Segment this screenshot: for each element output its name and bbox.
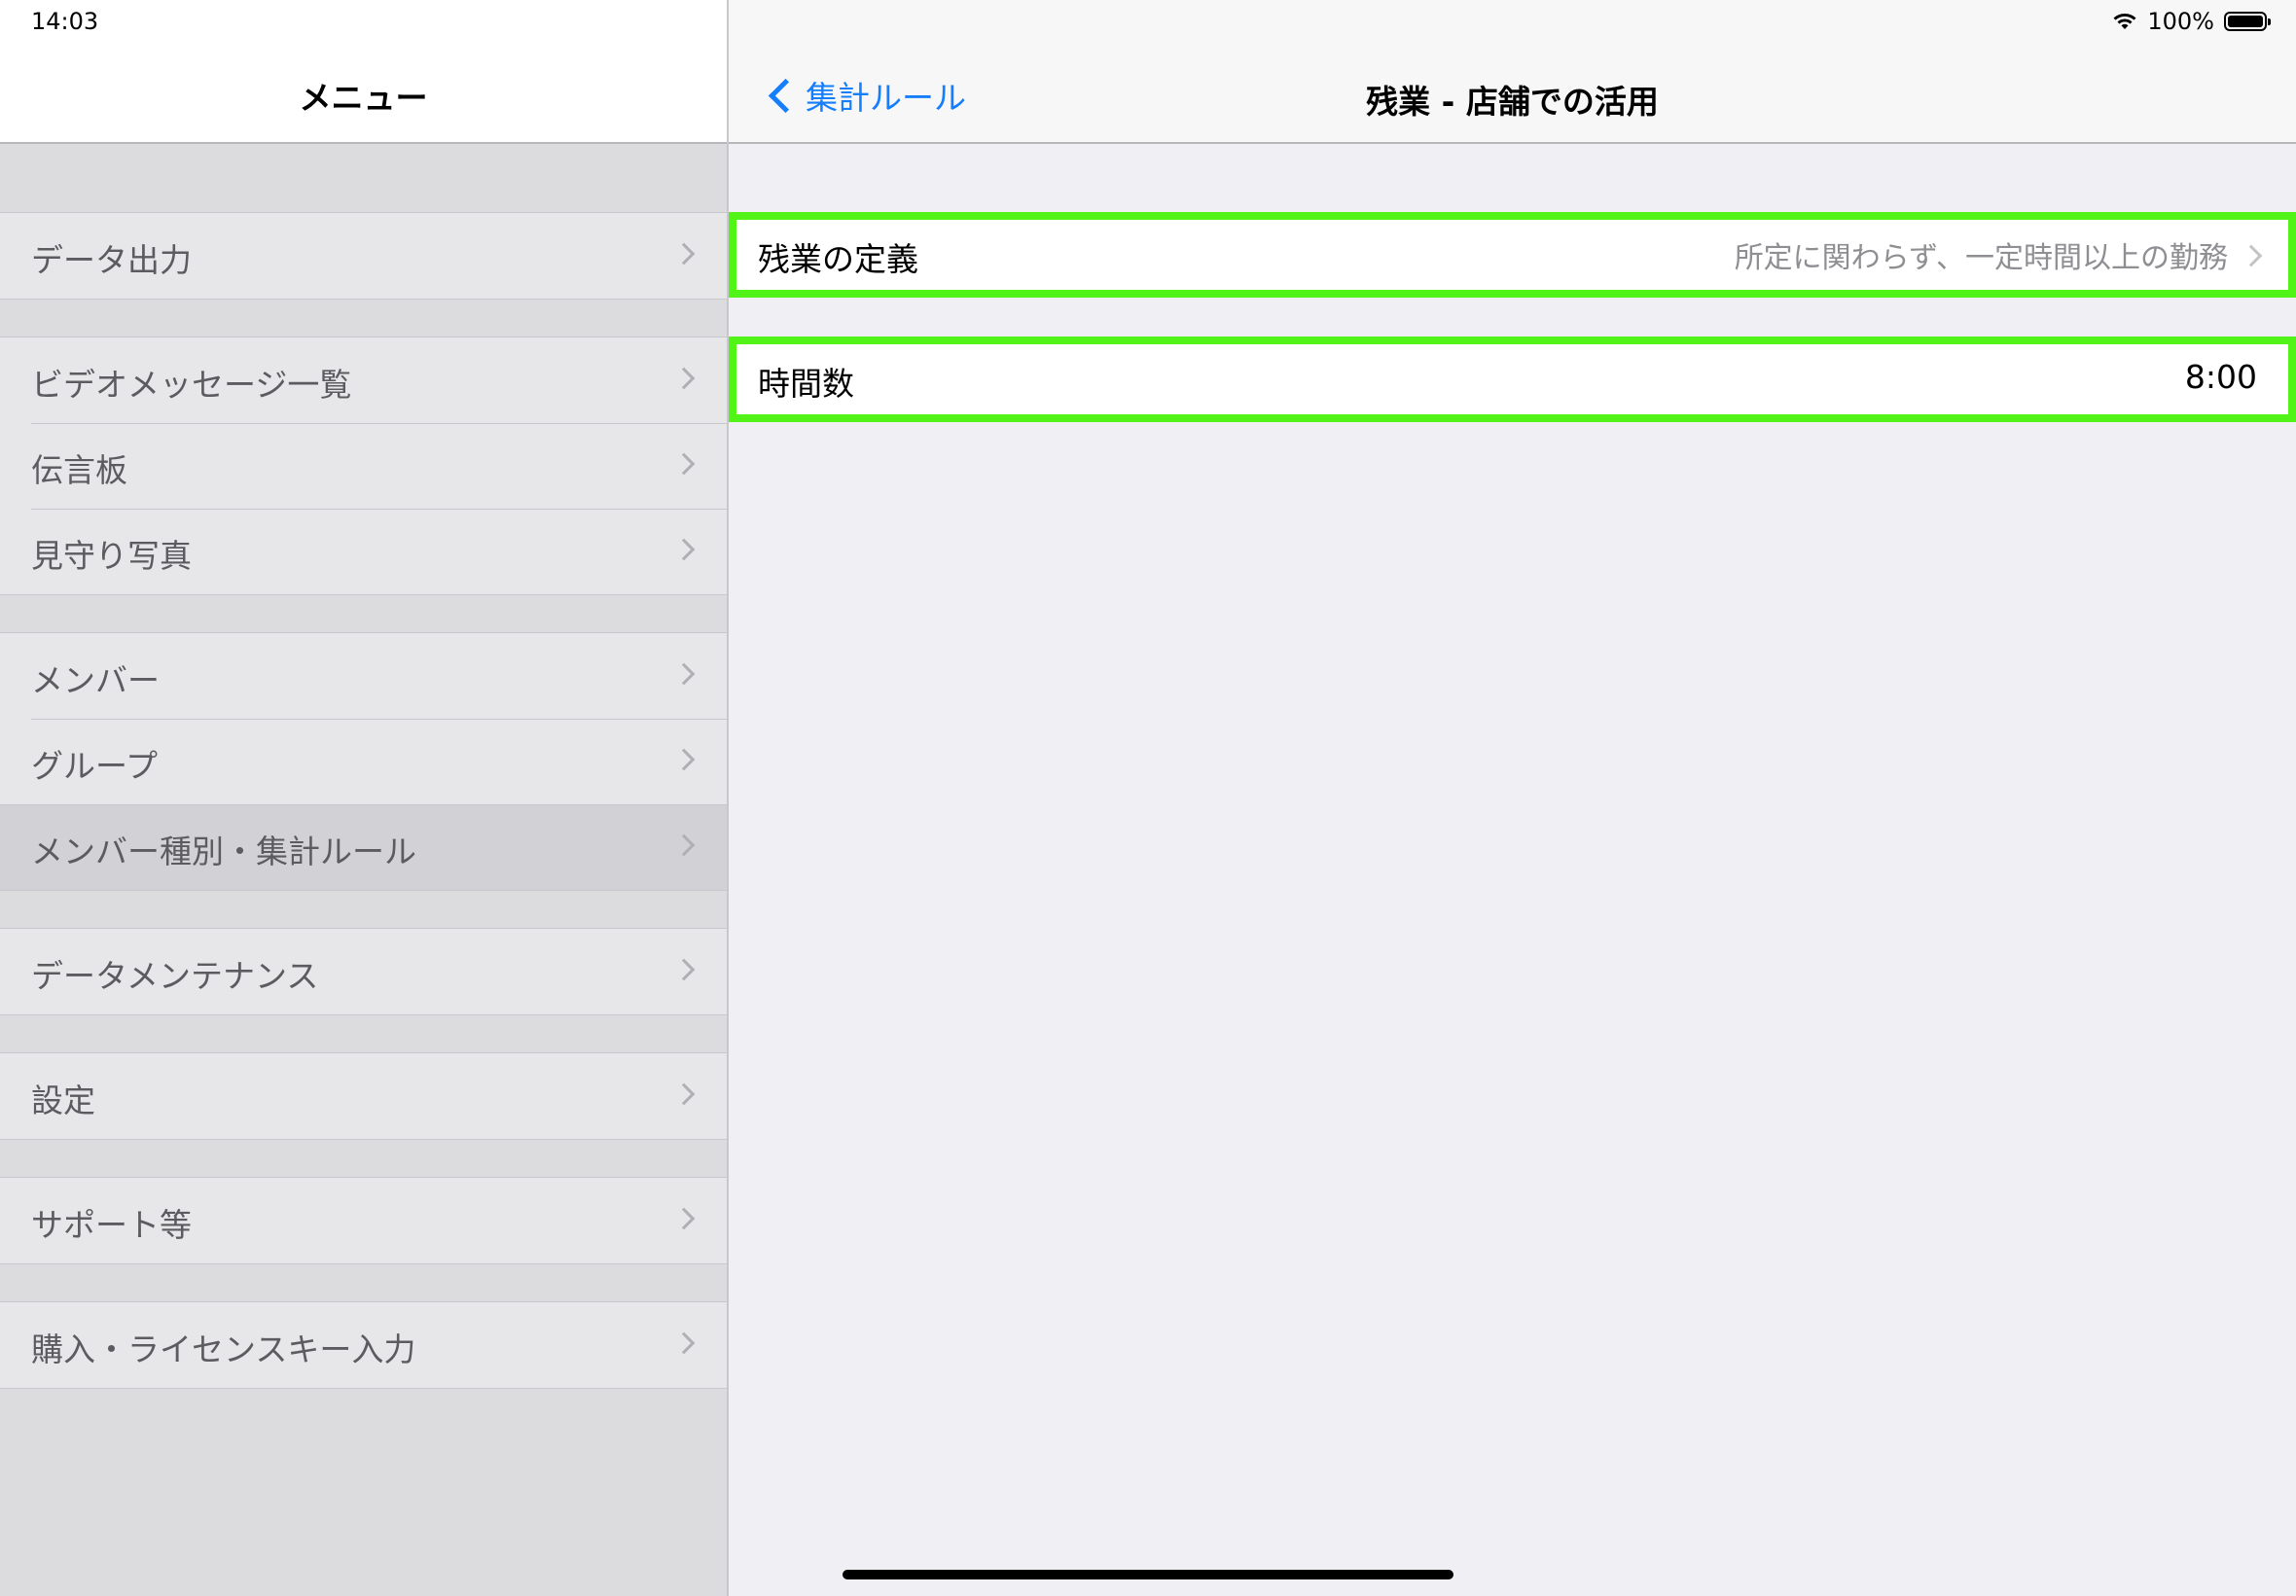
master-pane: メニュー データ出力 ビデオメッセージ一覧 伝言板 見守り写真 メンバー グルー… bbox=[0, 0, 729, 1596]
menu-group-3: メンバー グループ メンバー種別・集計ルール bbox=[0, 632, 727, 891]
chevron-right-icon bbox=[672, 833, 696, 857]
chevron-right-icon bbox=[672, 662, 696, 686]
chevron-right-icon bbox=[672, 242, 696, 266]
battery-icon bbox=[2224, 12, 2271, 31]
status-bar: 14:03 100% bbox=[0, 0, 2296, 47]
menu-group-5: 設定 bbox=[0, 1052, 727, 1140]
menu-item-label: データ出力 bbox=[31, 241, 192, 279]
menu-item-support[interactable]: サポート等 bbox=[0, 1178, 727, 1263]
chevron-right-icon bbox=[672, 538, 696, 561]
menu-item-message-board[interactable]: 伝言板 bbox=[0, 423, 727, 509]
hours-row[interactable]: 時間数 8:00 bbox=[729, 337, 2296, 422]
row-value: 所定に関わらず、一定時間以上の勤務 bbox=[1734, 241, 2228, 275]
menu-item-label: サポート等 bbox=[31, 1206, 192, 1244]
menu-group-4: データメンテナンス bbox=[0, 928, 727, 1015]
menu-item-settings[interactable]: 設定 bbox=[0, 1053, 727, 1139]
row-label: 残業の定義 bbox=[758, 240, 918, 278]
page-title: 残業 - 店舗での活用 bbox=[1366, 83, 1659, 121]
menu-item-video-messages[interactable]: ビデオメッセージ一覧 bbox=[0, 337, 727, 423]
row-label: 時間数 bbox=[758, 365, 854, 403]
menu-item-member-types-rules[interactable]: メンバー種別・集計ルール bbox=[0, 804, 727, 890]
master-title: メニュー bbox=[299, 79, 428, 117]
menu-item-label: 伝言板 bbox=[31, 451, 127, 489]
chevron-right-icon bbox=[672, 958, 696, 981]
menu-item-data-export[interactable]: データ出力 bbox=[0, 213, 727, 299]
chevron-right-icon bbox=[672, 1331, 696, 1355]
menu-item-groups[interactable]: グループ bbox=[0, 719, 727, 804]
chevron-right-icon bbox=[672, 1082, 696, 1106]
status-time: 14:03 bbox=[31, 8, 99, 35]
menu-item-purchase-license[interactable]: 購入・ライセンスキー入力 bbox=[0, 1302, 727, 1388]
menu-item-label: メンバー種別・集計ルール bbox=[31, 833, 416, 870]
menu-item-watch-photos[interactable]: 見守り写真 bbox=[0, 509, 727, 594]
menu-item-members[interactable]: メンバー bbox=[0, 633, 727, 719]
battery-percent: 100% bbox=[2147, 8, 2214, 35]
row-value: 8:00 bbox=[2184, 358, 2257, 396]
chevron-right-icon bbox=[2240, 244, 2263, 267]
status-indicators: 100% bbox=[2112, 8, 2271, 35]
menu-item-label: 見守り写真 bbox=[31, 537, 192, 575]
home-indicator[interactable] bbox=[843, 1570, 1453, 1579]
detail-pane: 集計ルール 残業 - 店舗での活用 残業の定義 所定に関わらず、一定時間以上の勤… bbox=[729, 0, 2296, 1596]
menu-item-label: ビデオメッセージ一覧 bbox=[31, 366, 352, 404]
menu-item-label: メンバー bbox=[31, 661, 160, 699]
menu-item-label: データメンテナンス bbox=[31, 957, 319, 995]
menu-item-label: 購入・ライセンスキー入力 bbox=[31, 1330, 416, 1368]
menu-group-2: ビデオメッセージ一覧 伝言板 見守り写真 bbox=[0, 337, 727, 595]
menu-group-6: サポート等 bbox=[0, 1177, 727, 1264]
chevron-right-icon bbox=[672, 367, 696, 390]
chevron-right-icon bbox=[672, 452, 696, 476]
chevron-right-icon bbox=[672, 1207, 696, 1230]
menu-group-1: データ出力 bbox=[0, 212, 727, 300]
chevron-right-icon bbox=[672, 748, 696, 771]
menu-item-data-maintenance[interactable]: データメンテナンス bbox=[0, 929, 727, 1014]
overtime-definition-row[interactable]: 残業の定義 所定に関わらず、一定時間以上の勤務 bbox=[729, 212, 2296, 298]
menu-item-label: グループ bbox=[31, 747, 159, 785]
menu-item-label: 設定 bbox=[31, 1082, 95, 1119]
menu-group-7: 購入・ライセンスキー入力 bbox=[0, 1301, 727, 1389]
wifi-icon bbox=[2113, 14, 2136, 29]
